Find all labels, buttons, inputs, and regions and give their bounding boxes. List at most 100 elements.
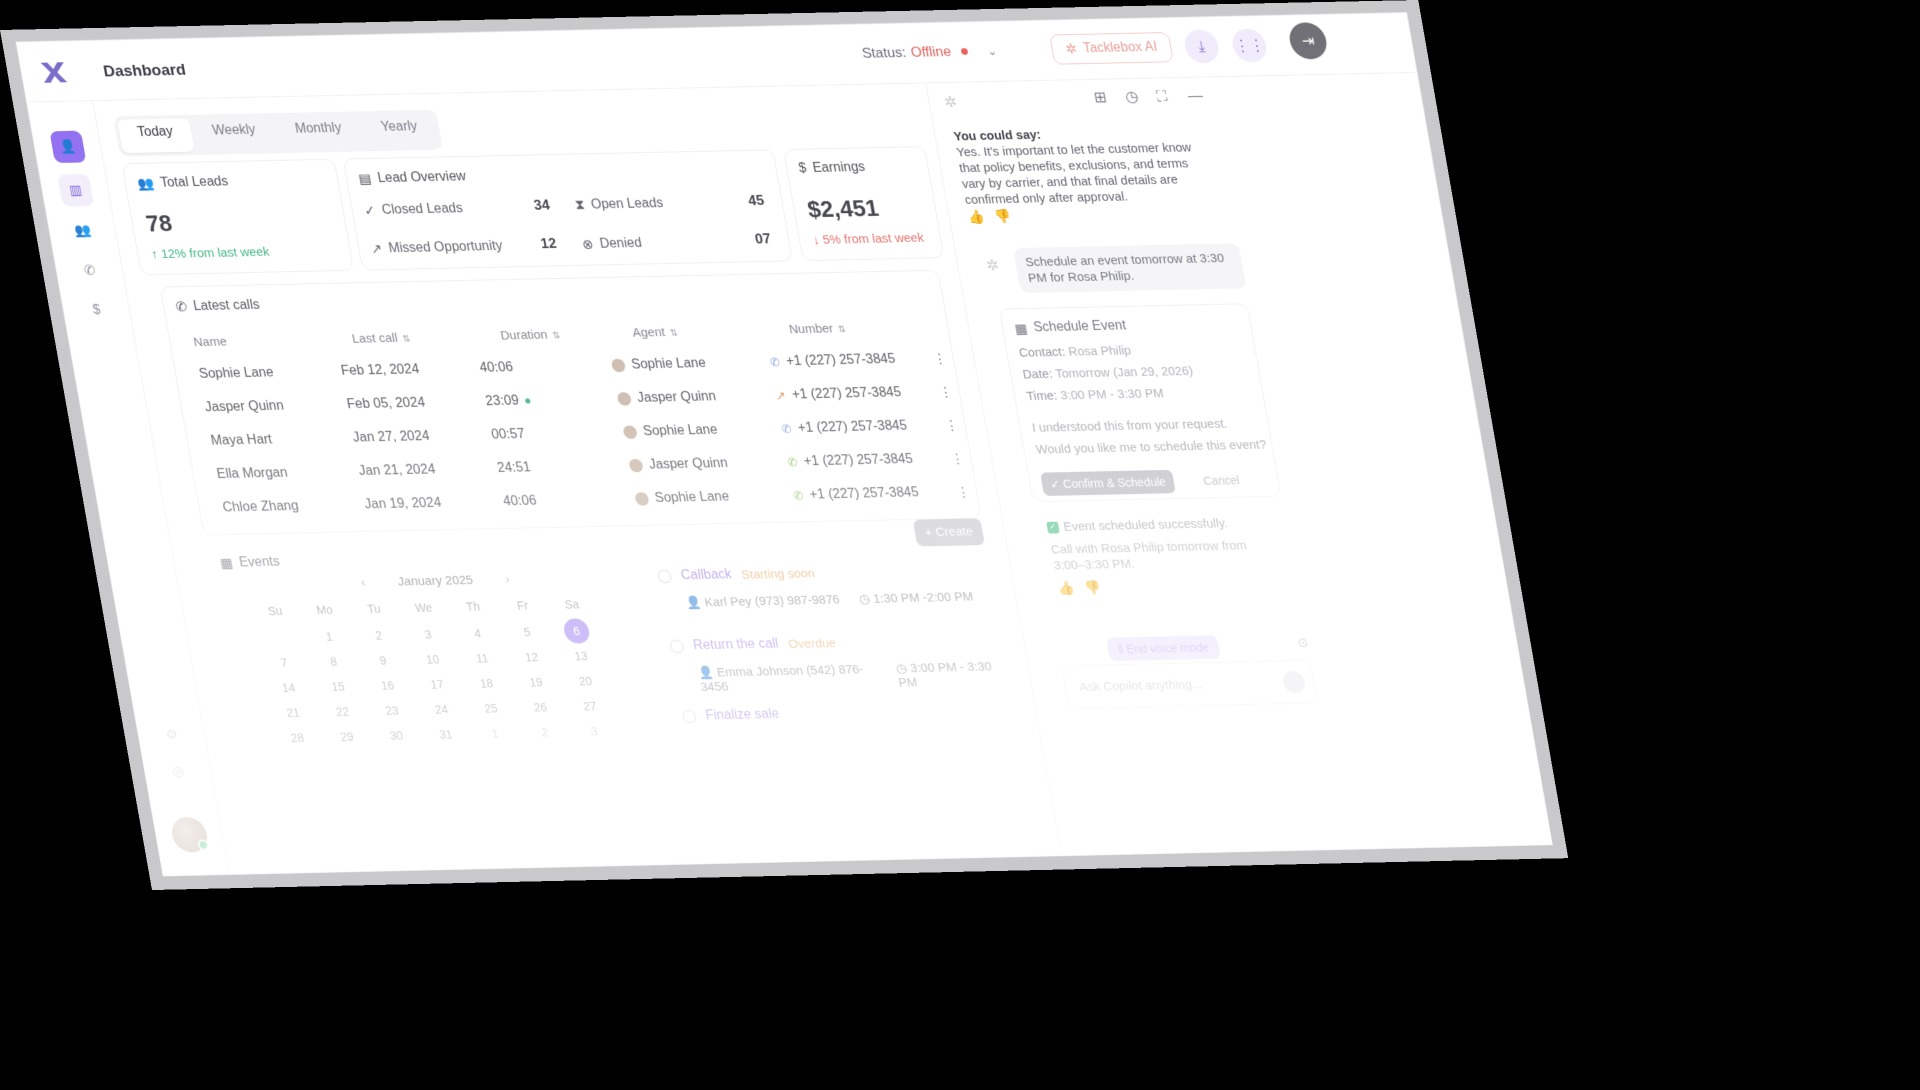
create-event-button[interactable]: + Create xyxy=(912,518,985,547)
col-duration[interactable]: Duration ⇅ xyxy=(499,327,561,343)
row-menu-icon[interactable]: ⋮ xyxy=(938,384,954,401)
settings-gear-icon[interactable]: ⚙ xyxy=(153,718,190,750)
help-icon[interactable]: ◎ xyxy=(160,755,197,787)
tab-yearly[interactable]: Yearly xyxy=(361,113,439,148)
event-checkbox[interactable] xyxy=(656,569,673,584)
calendar-day[interactable]: 3 xyxy=(411,627,446,641)
earnings-value: $2,451 xyxy=(805,194,881,223)
settings-gear-icon[interactable]: ⚙ xyxy=(1296,635,1311,652)
thumbs-down-icon[interactable]: 👎 xyxy=(993,208,1012,225)
add-user-icon[interactable]: 👤 xyxy=(49,130,87,164)
users-icon[interactable]: 👥 xyxy=(64,214,101,246)
tab-weekly[interactable]: Weekly xyxy=(192,117,277,152)
calendar-month: January 2025 xyxy=(396,573,475,589)
calendar-day[interactable]: 8 xyxy=(316,654,351,668)
feedback-buttons: 👍 👎 xyxy=(966,208,1012,226)
calendar-day[interactable]: 1 xyxy=(312,629,347,643)
calendar-day[interactable]: 14 xyxy=(271,681,306,695)
calendar-day[interactable]: 2 xyxy=(527,725,562,739)
cell-last-call: Jan 21, 2024 xyxy=(357,462,437,479)
calendar-day[interactable]: 11 xyxy=(464,651,499,665)
cell-number[interactable]: ✆ +1 (227) 257-3845 xyxy=(792,485,920,503)
download-icon[interactable]: ⤓ xyxy=(1182,29,1222,64)
calendar-day[interactable]: 25 xyxy=(473,701,508,715)
dashboard-chart-icon[interactable]: ▥ xyxy=(57,174,95,207)
cancel-button[interactable]: Cancel xyxy=(1201,468,1241,492)
cell-number[interactable]: ↗ +1 (227) 257-3845 xyxy=(775,385,903,403)
cell-number[interactable]: ✆ +1 (227) 257-3845 xyxy=(786,452,914,470)
event-checkbox[interactable] xyxy=(669,639,685,654)
row-menu-icon[interactable]: ⋮ xyxy=(949,451,966,468)
calendar-day[interactable]: 20 xyxy=(568,674,603,688)
thumbs-up-icon[interactable]: 👍 xyxy=(966,209,986,226)
calendar-day[interactable]: 2 xyxy=(361,628,396,642)
calendar-day[interactable]: 17 xyxy=(419,677,454,692)
calendar-day[interactable]: 10 xyxy=(415,652,450,667)
check-icon: ✓ xyxy=(1046,521,1060,534)
calendar-day[interactable]: 12 xyxy=(514,650,549,664)
expand-icon[interactable]: ⛶ xyxy=(1155,87,1168,105)
calendar-day[interactable]: 19 xyxy=(518,675,553,689)
row-menu-icon[interactable]: ⋮ xyxy=(932,351,948,368)
phone-number: +1 (227) 257-3845 xyxy=(808,485,920,502)
calendar-day[interactable]: 6 xyxy=(562,618,592,644)
x-circle-icon: ⊗ xyxy=(581,237,595,253)
calendar-day[interactable]: 1 xyxy=(478,726,513,740)
col-last-call[interactable]: Last call ⇅ xyxy=(351,331,411,346)
minimize-icon[interactable]: — xyxy=(1186,87,1204,105)
open-leads-value: 45 xyxy=(746,192,766,209)
event-item[interactable]: Return the call Overdue 👤 Emma Johnson (5… xyxy=(669,632,1008,695)
calendar-day[interactable]: 4 xyxy=(460,626,495,640)
send-icon[interactable]: ↑ xyxy=(1281,671,1307,694)
logout-icon[interactable]: ⇥ xyxy=(1286,22,1330,60)
tacklebox-ai-button[interactable]: ✲ Tacklebox AI xyxy=(1049,32,1175,65)
new-chat-icon[interactable]: ⊞ xyxy=(1093,89,1109,107)
status-dropdown[interactable]: Status: Offline ⌄ xyxy=(861,42,999,62)
cell-duration: 40:06 xyxy=(502,493,538,509)
calendar-day[interactable]: 24 xyxy=(424,702,459,717)
calendar-day[interactable]: 9 xyxy=(365,653,400,667)
dollar-icon[interactable]: $ xyxy=(78,294,115,326)
calendar-day[interactable]: 27 xyxy=(572,699,607,713)
phone-icon[interactable]: ✆ xyxy=(71,254,108,286)
col-agent[interactable]: Agent ⇅ xyxy=(631,325,678,340)
thumbs-up-icon[interactable]: 👍 xyxy=(1056,580,1076,597)
calendar-day[interactable]: 5 xyxy=(510,625,545,639)
calendar-day[interactable]: 3 xyxy=(577,724,612,738)
event-person: 👤 Emma Johnson (542) 876-3456 xyxy=(697,661,880,694)
tab-today[interactable]: Today xyxy=(117,118,195,154)
calendar-day[interactable]: 7 xyxy=(266,656,301,670)
calendar-day[interactable]: 26 xyxy=(523,700,558,714)
calendar-day[interactable]: 31 xyxy=(428,727,463,742)
confirm-schedule-button[interactable]: ✓ Confirm & Schedule xyxy=(1040,469,1176,497)
apps-grid-icon[interactable]: ⋮⋮ xyxy=(1230,28,1269,63)
open-leads-label: Open Leads xyxy=(589,196,665,212)
status-label: Status: xyxy=(860,44,908,62)
calendar-day[interactable]: 13 xyxy=(563,649,598,663)
calendar-day[interactable]: 30 xyxy=(379,728,414,743)
calendar-day[interactable]: 18 xyxy=(469,676,504,690)
event-item[interactable]: Finalize sale xyxy=(681,702,1013,724)
end-voice-mode-button[interactable]: ⦀ End voice mode xyxy=(1106,635,1221,662)
event-item[interactable]: Callback Starting soon 👤 Karl Pey (973) 9… xyxy=(656,562,994,611)
history-icon[interactable]: ◷ xyxy=(1124,88,1140,106)
chevron-down-icon: ⌄ xyxy=(986,43,999,58)
calendar-day[interactable]: 16 xyxy=(370,678,405,693)
tab-monthly[interactable]: Monthly xyxy=(275,115,363,150)
row-menu-icon[interactable]: ⋮ xyxy=(955,484,972,501)
copilot-input[interactable] xyxy=(1076,674,1280,696)
agent-name: Sophie Lane xyxy=(653,489,731,506)
cell-number[interactable]: ✆ +1 (227) 257-3845 xyxy=(781,419,909,437)
calendar-day[interactable]: 28 xyxy=(280,731,315,745)
row-menu-icon[interactable]: ⋮ xyxy=(944,418,960,435)
calendar-day[interactable]: 22 xyxy=(325,705,360,719)
calendar-day[interactable]: 23 xyxy=(374,703,409,718)
user-avatar[interactable] xyxy=(169,816,210,853)
cell-number[interactable]: ✆ +1 (227) 257-3845 xyxy=(769,352,897,370)
thumbs-down-icon[interactable]: 👎 xyxy=(1083,579,1102,596)
calendar-day[interactable]: 15 xyxy=(320,680,355,694)
event-checkbox[interactable] xyxy=(681,709,698,724)
col-number[interactable]: Number ⇅ xyxy=(788,321,847,337)
calendar-day[interactable]: 21 xyxy=(275,706,310,720)
calendar-day[interactable]: 29 xyxy=(329,730,364,744)
